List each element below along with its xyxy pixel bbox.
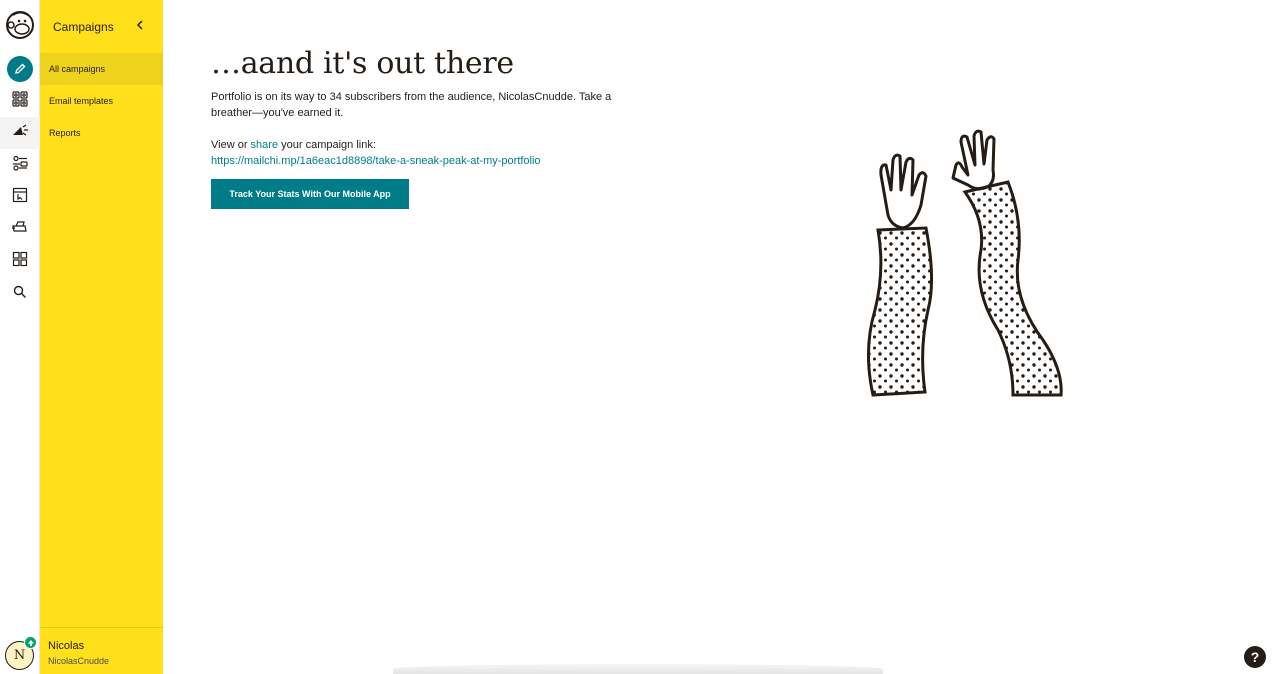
- sidebar-title: Campaigns: [53, 20, 114, 34]
- bottom-scroll-shadow: [393, 664, 883, 674]
- link-prefix: View or: [211, 139, 251, 151]
- audience-icon: [12, 90, 28, 112]
- sidebar-item-label: All campaigns: [49, 64, 106, 74]
- sidebar-item-all-campaigns[interactable]: All campaigns: [40, 53, 163, 85]
- share-link[interactable]: share: [251, 139, 279, 151]
- icon-rail: N: [0, 0, 40, 674]
- nav-search[interactable]: [0, 278, 40, 310]
- automations-icon: [12, 155, 28, 176]
- campaigns-sidebar: Campaigns All campaigns Email templates …: [40, 0, 163, 674]
- collapse-sidebar-button[interactable]: [133, 18, 147, 34]
- nav-campaigns[interactable]: [0, 117, 40, 149]
- chevron-left-icon: [136, 17, 144, 35]
- create-button[interactable]: [0, 53, 40, 85]
- pencil-icon: [7, 56, 33, 82]
- upgrade-arrow-icon[interactable]: [24, 636, 37, 649]
- campaign-link-label: View or share your campaign link:: [211, 137, 376, 153]
- nav-integrations[interactable]: [0, 245, 40, 277]
- account-footer[interactable]: Nicolas NicolasCnudde: [40, 627, 163, 674]
- link-suffix: your campaign link:: [278, 139, 376, 151]
- mailchimp-logo-icon[interactable]: [5, 10, 35, 40]
- confirmation-message: Portfolio is on its way to 34 subscriber…: [211, 91, 612, 119]
- sidebar-item-label: Email templates: [49, 96, 114, 106]
- content-studio-icon: [11, 220, 29, 239]
- track-stats-mobile-app-button[interactable]: Track Your Stats With Our Mobile App: [211, 179, 409, 209]
- nav-content[interactable]: [0, 213, 40, 245]
- sidebar-item-reports[interactable]: Reports: [40, 117, 163, 149]
- search-icon: [13, 285, 27, 304]
- nav-audience[interactable]: [0, 85, 40, 117]
- sidebar-item-label: Reports: [49, 128, 81, 138]
- main-content: …aand it's out there Portfolio is on its…: [163, 0, 1280, 674]
- sidebar-item-email-templates[interactable]: Email templates: [40, 85, 163, 117]
- campaign-url-link[interactable]: https://mailchi.mp/1a6eac1d8898/take-a-s…: [211, 153, 541, 169]
- campaigns-megaphone-icon: [11, 123, 29, 144]
- integrations-grid-icon: [12, 251, 28, 272]
- nav-automations[interactable]: [0, 149, 40, 181]
- help-button[interactable]: ?: [1244, 646, 1266, 668]
- landing-pages-icon: [12, 187, 28, 208]
- high-five-arms-illustration: [867, 129, 1063, 397]
- nav-website[interactable]: [0, 181, 40, 213]
- user-name: Nicolas: [48, 640, 85, 652]
- page-title: …aand it's out there: [211, 46, 514, 81]
- user-handle: NicolasCnudde: [48, 656, 110, 666]
